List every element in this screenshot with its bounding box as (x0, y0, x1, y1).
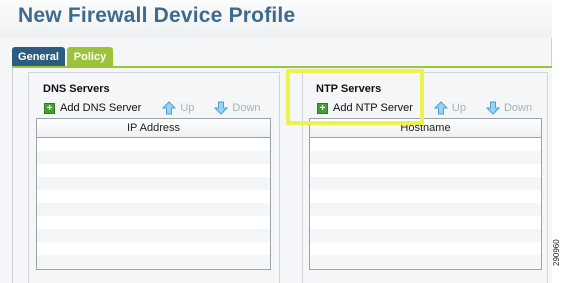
ntp-down-button[interactable]: Down (485, 101, 533, 115)
figure-number: 290960 (552, 239, 561, 266)
dns-servers-table[interactable]: IP Address (36, 118, 271, 270)
ip-address-column-header[interactable]: IP Address (37, 119, 270, 138)
highlight-callout (286, 69, 424, 125)
tab-general[interactable]: General (12, 47, 65, 67)
arrow-up-icon (433, 101, 448, 115)
dns-table-body[interactable] (37, 138, 270, 269)
title-bar: New Firewall Device Profile (0, 0, 552, 38)
page-title: New Firewall Device Profile (18, 4, 296, 27)
ntp-table-body[interactable] (310, 138, 541, 269)
arrow-down-icon (214, 101, 229, 115)
dns-down-label: Down (232, 102, 261, 114)
ntp-up-button[interactable]: Up (433, 101, 466, 115)
dns-up-label: Up (180, 102, 195, 114)
plus-icon: + (44, 102, 55, 114)
dns-up-button[interactable]: Up (162, 101, 194, 115)
dns-toolbar: + Add DNS Server Up Down (36, 98, 272, 118)
add-dns-server-button[interactable]: + Add DNS Server (44, 102, 141, 114)
tab-policy[interactable]: Policy (67, 47, 113, 67)
dns-servers-title: DNS Servers (43, 83, 110, 95)
ntp-servers-table[interactable]: Hostname (309, 118, 542, 270)
dns-down-button[interactable]: Down (214, 101, 261, 115)
arrow-up-icon (162, 101, 177, 115)
ntp-down-label: Down (503, 102, 533, 114)
add-dns-server-label: Add DNS Server (60, 102, 142, 114)
arrow-down-icon (485, 101, 500, 115)
ntp-up-label: Up (451, 102, 466, 114)
